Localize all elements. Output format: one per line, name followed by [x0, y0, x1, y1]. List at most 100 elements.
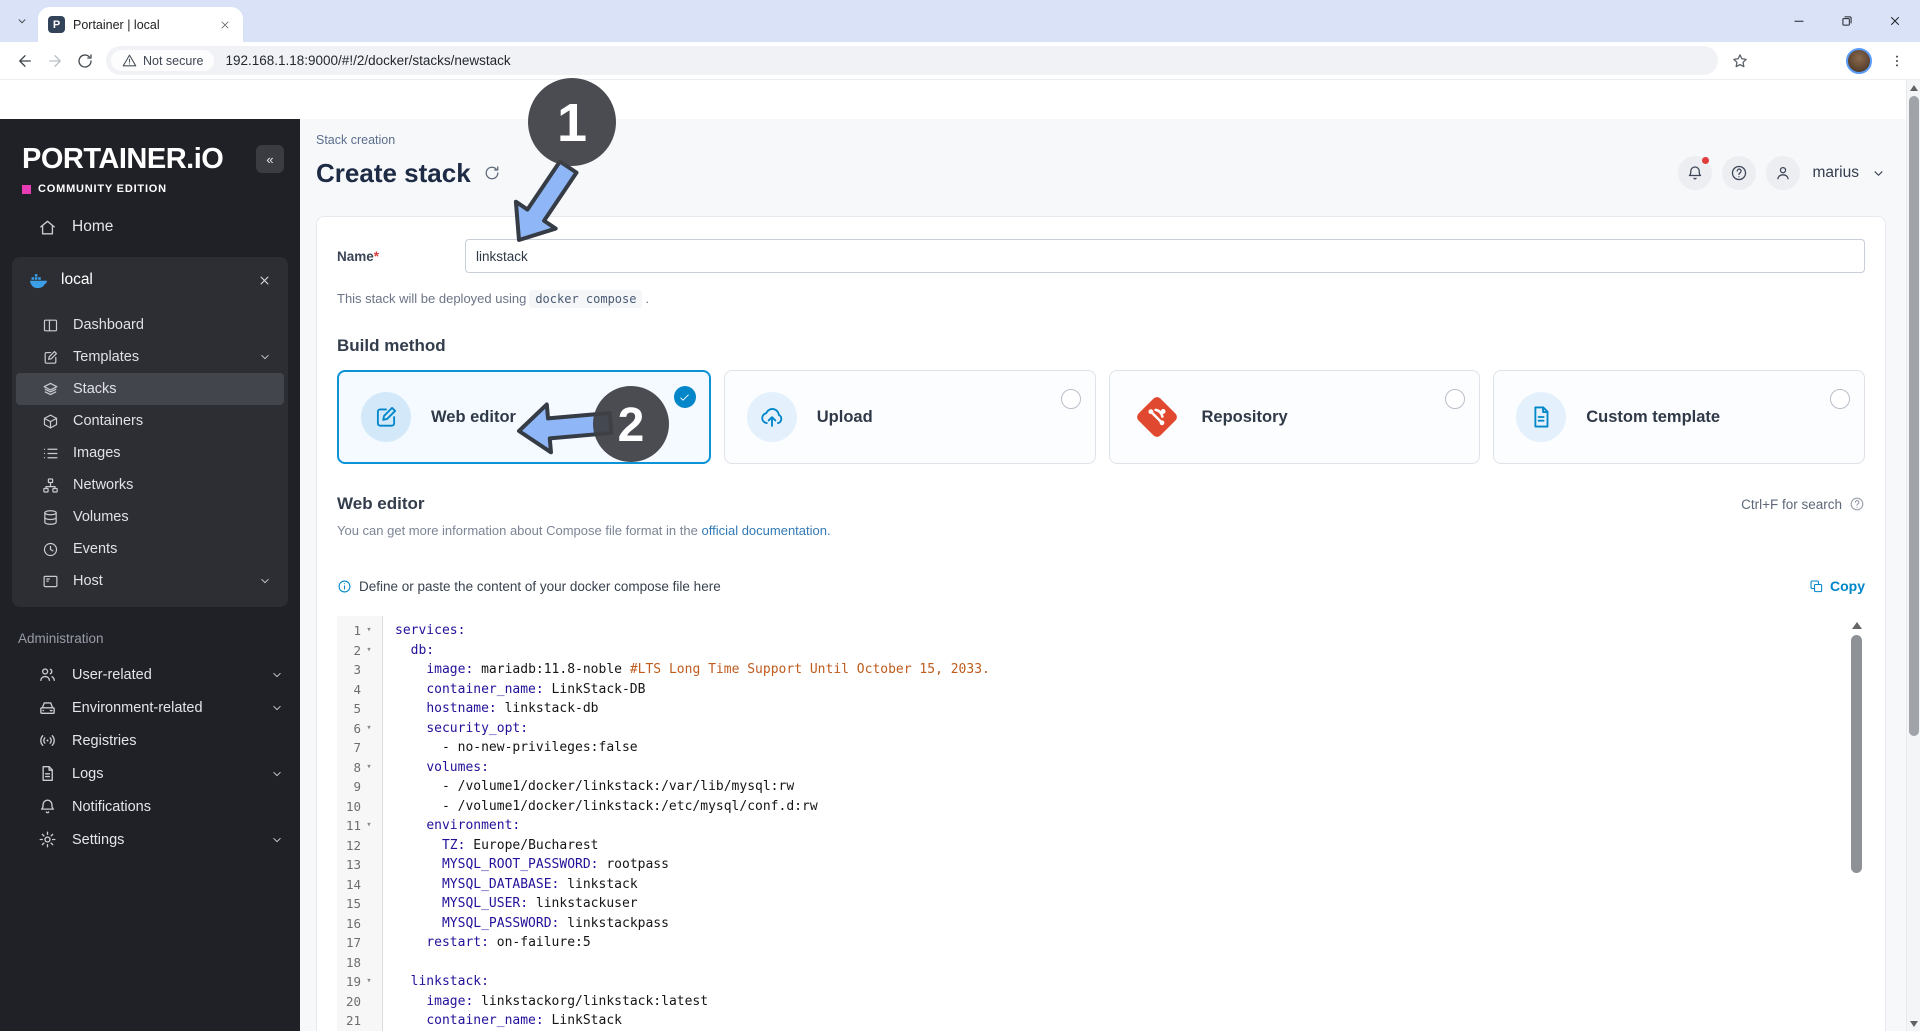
- radio-button[interactable]: [1060, 389, 1081, 409]
- docker-whale-icon: [28, 270, 49, 291]
- sidebar-item-host[interactable]: Host: [16, 565, 284, 597]
- chevron-down-icon: [270, 668, 284, 682]
- stack-name-input[interactable]: [465, 239, 1865, 273]
- gutter-line: 21: [337, 1011, 382, 1031]
- url-text: 192.168.1.18:9000/#!/2/docker/stacks/new…: [225, 53, 511, 68]
- gutter-line: 14: [337, 875, 382, 895]
- window-close-button[interactable]: [1888, 14, 1902, 28]
- breadcrumb[interactable]: Stack creation: [316, 133, 395, 147]
- code-line: - /volume1/docker/linkstack:/var/lib/mys…: [395, 779, 795, 794]
- sidebar-item-label: Stacks: [73, 381, 117, 397]
- gutter-line: 18: [337, 953, 382, 973]
- build-method-label: Custom template: [1586, 407, 1721, 426]
- scroll-down-icon[interactable]: [1910, 1021, 1918, 1027]
- copy-button[interactable]: Copy: [1809, 578, 1865, 594]
- browser-menu-icon[interactable]: [1886, 50, 1908, 72]
- sidebar-item-label: Images: [73, 445, 121, 461]
- user-name[interactable]: marius: [1812, 164, 1859, 182]
- web-editor-icon: [361, 392, 411, 442]
- sidebar-item-settings[interactable]: Settings: [0, 823, 300, 856]
- forward-button[interactable]: [42, 48, 68, 74]
- back-button[interactable]: [12, 48, 38, 74]
- fold-arrow-icon: ▾: [366, 761, 372, 772]
- build-method-upload[interactable]: Upload: [723, 370, 1096, 464]
- window-minimize-button[interactable]: [1792, 14, 1806, 28]
- build-method-web-editor[interactable]: Web editor: [337, 370, 711, 464]
- tab-close-icon[interactable]: [217, 17, 233, 33]
- compose-code-editor[interactable]: 1 ▾ 2 ▾ 3 4 5 6 ▾ 7 8 ▾ 9 10 11 ▾ 12 13 14 15 16 17 18 19 ▾ 20 21 …: [337, 616, 1865, 1031]
- title-row: Create stack marius: [316, 156, 1886, 190]
- code-line: MYSQL_ROOT_PASSWORD: rootpass: [441, 857, 669, 872]
- environment-header[interactable]: local: [12, 257, 288, 303]
- sidebar-item-images[interactable]: Images: [16, 437, 284, 469]
- gutter-line: 4: [337, 680, 382, 700]
- tab-search-icon[interactable]: [10, 9, 34, 33]
- name-label: Name*: [337, 248, 380, 264]
- refresh-icon[interactable]: [483, 164, 501, 182]
- radio-button[interactable]: [1445, 389, 1466, 409]
- gutter-line: 13: [337, 855, 382, 875]
- sidebar-item-templates[interactable]: Templates: [16, 341, 284, 373]
- radio-button[interactable]: [1830, 389, 1850, 409]
- build-method-custom-template[interactable]: Custom template: [1493, 370, 1865, 464]
- line-number: 2: [353, 642, 361, 658]
- sidebar-item-home[interactable]: Home: [0, 207, 300, 247]
- templates-icon: [42, 349, 59, 366]
- browser-profile-avatar[interactable]: [1846, 47, 1872, 74]
- bookmark-star-icon[interactable]: [1726, 47, 1754, 75]
- build-method-repository[interactable]: Repository: [1108, 370, 1481, 464]
- sidebar-item-logs[interactable]: Logs: [0, 757, 300, 790]
- browser-tab[interactable]: P Portainer | local: [38, 7, 243, 42]
- sidebar-item-user-related[interactable]: User-related: [0, 658, 300, 691]
- portainer-logo: PORTAINER.iO: [22, 143, 224, 175]
- sidebar-item-networks[interactable]: Networks: [16, 469, 284, 501]
- sidebar-item-label: Networks: [73, 477, 134, 493]
- url-bar[interactable]: Not secure 192.168.1.18:9000/#!/2/docker…: [106, 46, 1718, 75]
- build-method-heading: Build method: [337, 336, 446, 355]
- reload-button[interactable]: [72, 48, 98, 74]
- environment-close-icon[interactable]: [257, 273, 272, 288]
- line-number: 5: [353, 701, 361, 716]
- notifications-button[interactable]: [1678, 156, 1713, 190]
- compose-note: Define or paste the content of your dock…: [337, 579, 721, 594]
- copy-icon: [1809, 579, 1824, 594]
- sidebar-item-events[interactable]: Events: [16, 533, 284, 565]
- window-restore-button[interactable]: [1840, 14, 1854, 28]
- user-chevron-down-icon[interactable]: [1871, 166, 1886, 181]
- editor-scrollbar-thumb[interactable]: [1851, 635, 1862, 873]
- sidebar-item-notifications[interactable]: Notifications: [0, 790, 300, 823]
- containers-icon: [42, 413, 59, 430]
- sidebar-item-label: Volumes: [73, 509, 129, 525]
- page-scrollbar-thumb[interactable]: [1909, 96, 1919, 736]
- scroll-up-icon[interactable]: [1910, 85, 1918, 91]
- page-title: Create stack: [316, 157, 471, 188]
- sidebar-item-label: Registries: [72, 732, 137, 749]
- sidebar-item-containers[interactable]: Containers: [16, 405, 284, 437]
- code-line: TZ: Europe/Bucharest: [441, 837, 599, 853]
- git-icon: [1132, 392, 1182, 442]
- settings-icon: [38, 830, 57, 849]
- sidebar-item-dashboard[interactable]: Dashboard: [16, 309, 284, 341]
- sidebar-collapse-button[interactable]: «: [256, 145, 284, 173]
- browser-tabstrip: P Portainer | local: [0, 0, 1920, 42]
- gutter-line: 20: [337, 992, 382, 1012]
- events-icon: [42, 541, 59, 558]
- code-line: container_name: LinkStack: [426, 1013, 622, 1028]
- sidebar-item-registries[interactable]: Registries: [0, 724, 300, 757]
- editor-scroll-up-icon[interactable]: [1851, 622, 1862, 629]
- fold-arrow-icon: ▾: [366, 820, 372, 830]
- gutter-line: 6 ▾: [337, 719, 382, 739]
- user-menu-button[interactable]: [1766, 156, 1801, 190]
- sidebar-item-label: Home: [72, 218, 114, 235]
- sidebar-item-environment-related[interactable]: Environment-related: [0, 691, 300, 724]
- sidebar-item-volumes[interactable]: Volumes: [16, 501, 284, 533]
- not-secure-chip[interactable]: Not secure: [111, 50, 215, 71]
- fold-arrow-icon: ▾: [366, 625, 372, 635]
- official-documentation-link[interactable]: official documentation.: [701, 523, 830, 538]
- build-method-options: Web editor Upload Repository Custom templat…: [337, 370, 1865, 464]
- sidebar-item-stacks[interactable]: Stacks: [16, 373, 284, 405]
- sidebar-logo: PORTAINER.iO « COMMUNITY EDITION: [0, 119, 300, 195]
- help-button[interactable]: [1722, 156, 1757, 190]
- gutter-line: 1 ▾: [337, 621, 382, 641]
- sidebar-item-label: Host: [73, 573, 103, 589]
